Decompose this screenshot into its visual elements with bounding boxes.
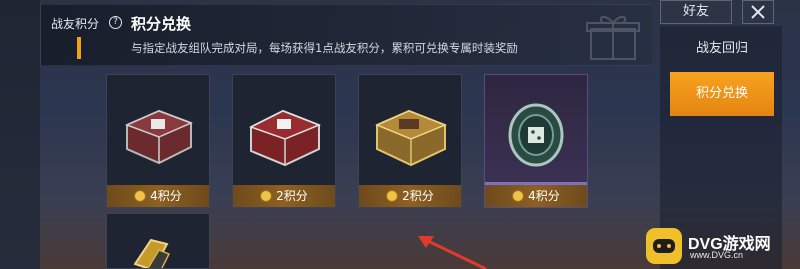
price-label: 2积分	[276, 189, 308, 203]
page-title: 积分兑换	[131, 15, 192, 33]
silver-crate-icon	[125, 109, 193, 165]
points-coin-icon	[134, 190, 147, 202]
reward-card[interactable]: 4积分	[106, 74, 210, 208]
price-label: 2积分	[402, 189, 434, 203]
gamepad-logo-icon	[646, 228, 682, 264]
price-label: 4积分	[150, 189, 182, 203]
exchange-screen: 战友积分 ? 积分兑换 与指定战友组队完成对局，每场获得1点战友积分，累积可兑换…	[0, 0, 800, 269]
friend-points-box[interactable]: 战友积分 ?	[47, 9, 129, 63]
exchange-description: 与指定战友组队完成对局，每场获得1点战友积分，累积可兑换专属时装奖励	[131, 41, 518, 55]
reward-card[interactable]: 2积分	[232, 74, 336, 208]
close-button[interactable]	[742, 0, 774, 24]
gold-crate-icon	[375, 109, 448, 167]
watermark: DVG游戏网 www.DVG.cn	[646, 224, 800, 269]
price-label: 4积分	[528, 189, 560, 203]
left-edge-strip	[0, 0, 40, 269]
pointer-arrow-icon	[418, 236, 487, 269]
price-tag: 4积分	[107, 185, 209, 207]
reward-card[interactable]	[106, 213, 210, 269]
nav-item-points-exchange[interactable]: 积分兑换	[670, 72, 774, 116]
points-coin-icon	[512, 190, 525, 202]
gold-item-icon	[133, 238, 171, 268]
gift-decoration-icon	[586, 16, 640, 60]
price-tag: 2积分	[359, 185, 461, 207]
reward-card[interactable]: 2积分	[358, 74, 462, 208]
exchange-header: 战友积分 ? 积分兑换 与指定战友组队完成对局，每场获得1点战友积分，累积可兑换…	[40, 4, 652, 66]
close-icon	[751, 5, 765, 19]
help-icon[interactable]: ?	[109, 16, 122, 29]
emblem-medal-icon	[508, 103, 564, 167]
red-crate-icon	[249, 109, 322, 167]
reward-card[interactable]: 4积分	[484, 74, 588, 208]
points-coin-icon	[386, 190, 399, 202]
price-tag: 2积分	[233, 185, 335, 207]
price-tag: 4积分	[485, 185, 587, 207]
points-indicator-bar	[77, 37, 81, 59]
points-coin-icon	[260, 190, 273, 202]
watermark-url: www.DVG.cn	[690, 250, 744, 260]
nav-item-friend-return[interactable]: 战友回归	[670, 34, 774, 64]
friend-points-label: 战友积分	[51, 17, 100, 31]
tab-friends[interactable]: 好友	[660, 0, 732, 24]
